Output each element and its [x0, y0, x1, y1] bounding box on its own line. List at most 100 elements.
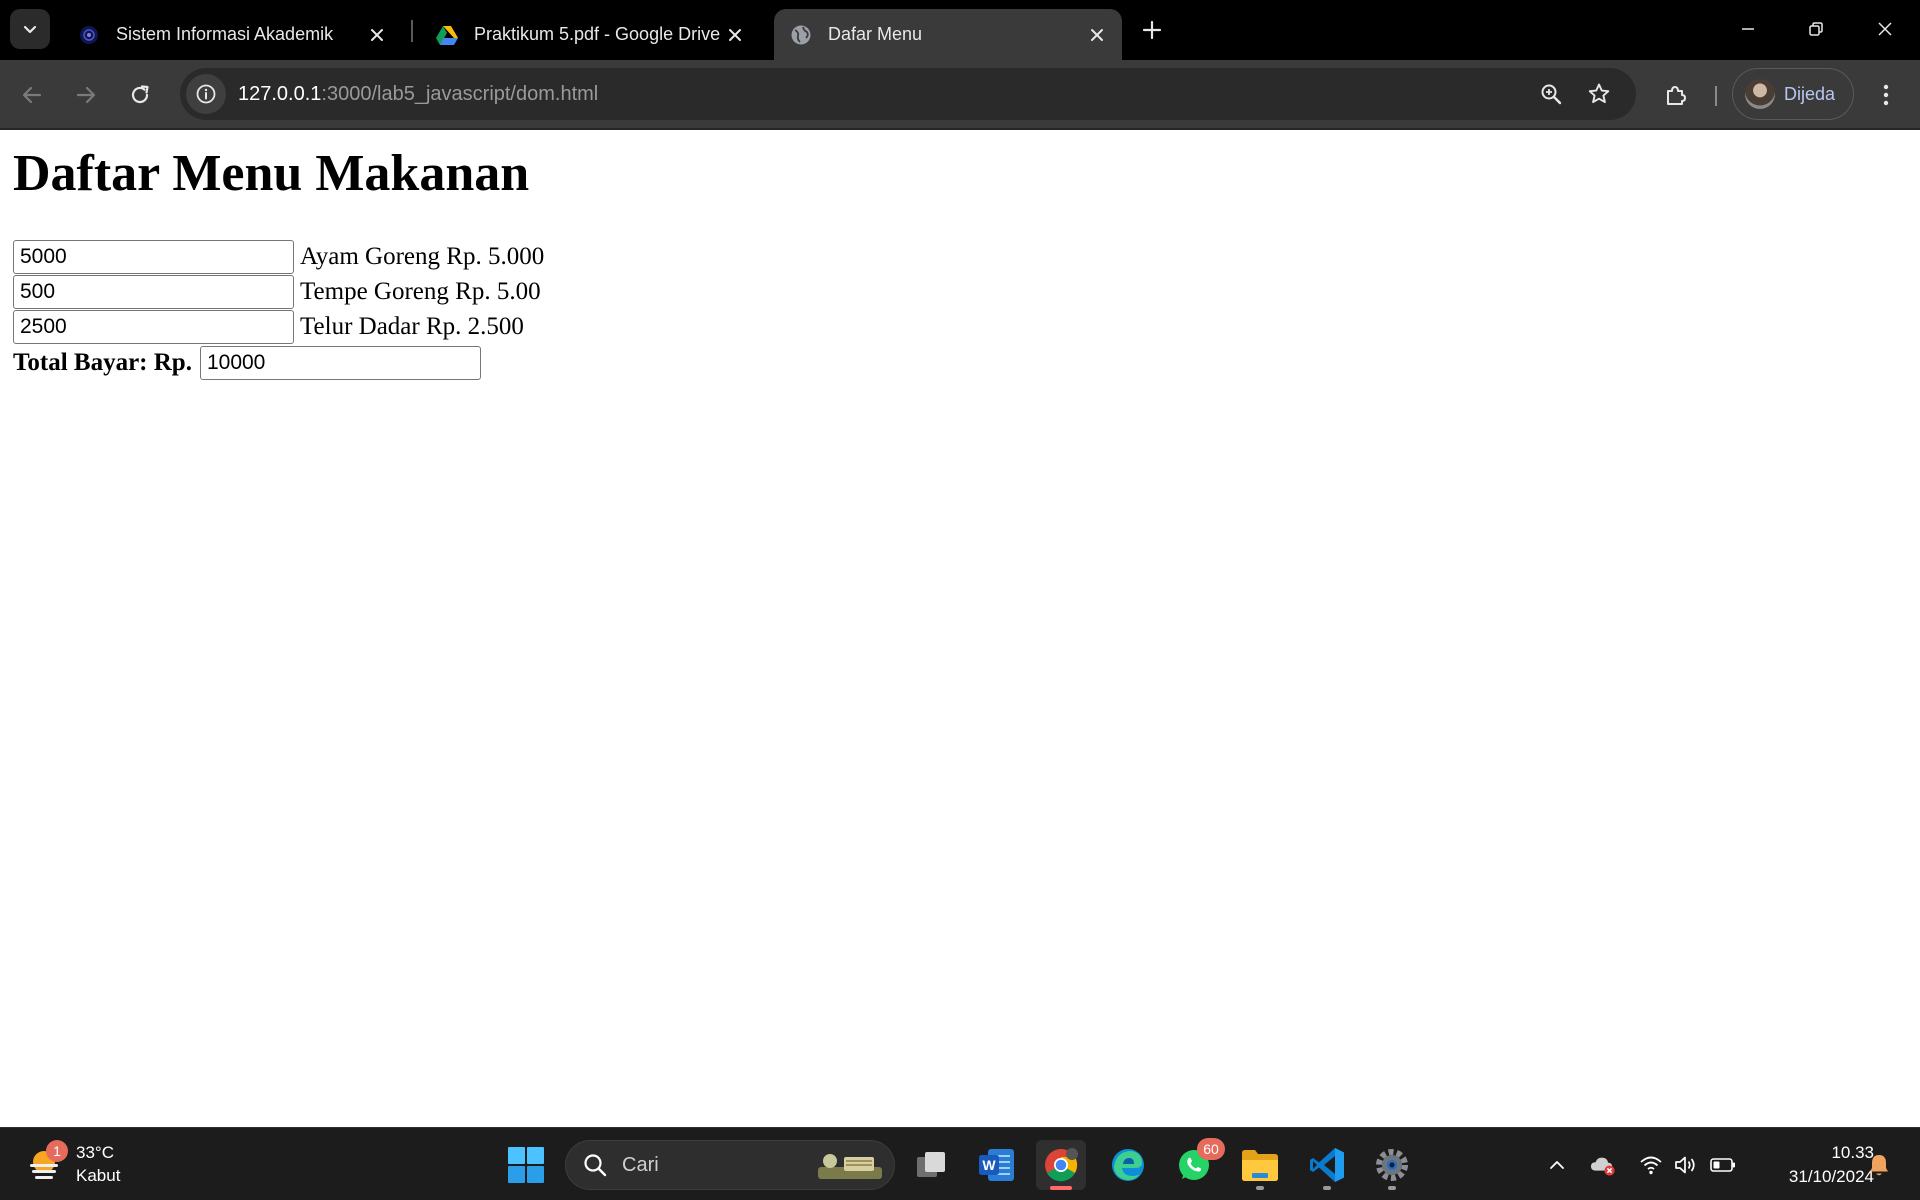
weather-temperature: 33°C	[76, 1143, 114, 1162]
site-info-icon[interactable]	[186, 74, 226, 114]
weather-widget[interactable]: 1 33°C Kabut	[24, 1138, 120, 1190]
browser-toolbar: 127.0.0.1:3000/lab5_javascript/dom.html …	[0, 60, 1920, 130]
running-app-indicator	[1323, 1186, 1331, 1190]
plus-icon	[1142, 20, 1162, 40]
taskbar-app-word[interactable]: W	[972, 1140, 1022, 1190]
puzzle-icon	[1667, 86, 1686, 105]
address-bar[interactable]: 127.0.0.1:3000/lab5_javascript/dom.html	[180, 68, 1636, 120]
task-view-icon	[917, 1152, 945, 1177]
taskbar-app-whatsapp[interactable]: 60	[1169, 1138, 1225, 1190]
show-hidden-icons-button[interactable]	[1544, 1152, 1570, 1178]
notifications-button[interactable]	[1866, 1152, 1892, 1178]
chrome-icon	[1045, 1148, 1078, 1182]
onedrive-status-button[interactable]	[1590, 1152, 1616, 1178]
vscode-icon	[1310, 1148, 1344, 1182]
taskbar-app-settings[interactable]	[1367, 1140, 1417, 1190]
battery-button[interactable]	[1710, 1152, 1736, 1178]
tab-dafar-menu[interactable]: Dafar Menu	[774, 9, 1122, 60]
close-icon	[1878, 22, 1892, 36]
clock-time: 10.33	[1831, 1143, 1874, 1162]
taskbar: 1 33°C Kabut Cari W 60 10.33 31/10/2024	[0, 1127, 1920, 1200]
taskbar-app-edge[interactable]	[1103, 1140, 1153, 1190]
star-icon	[1588, 83, 1610, 104]
wifi-icon	[1640, 1156, 1662, 1175]
tab-close-icon[interactable]	[364, 22, 390, 48]
url-text[interactable]: 127.0.0.1:3000/lab5_javascript/dom.html	[238, 83, 598, 106]
browser-menu-button[interactable]	[1866, 75, 1906, 115]
extensions-button[interactable]	[1656, 75, 1696, 115]
system-clock[interactable]: 10.33 31/10/2024	[1754, 1141, 1874, 1189]
taskbar-app-file-explorer[interactable]	[1235, 1140, 1285, 1190]
tab-search-button[interactable]	[10, 9, 50, 49]
taskbar-search[interactable]: Cari	[565, 1140, 895, 1190]
arrow-left-icon	[22, 86, 42, 104]
restore-button[interactable]	[1793, 8, 1839, 50]
menu-item-row: Telur Dadar Rp. 2.500	[13, 310, 524, 344]
bell-icon	[1870, 1155, 1888, 1176]
tab-title: Sistem Informasi Akademik	[116, 24, 334, 44]
minimize-button[interactable]	[1725, 8, 1771, 50]
taskbar-app-chrome[interactable]	[1036, 1140, 1086, 1190]
avatar	[1745, 79, 1775, 109]
back-button[interactable]	[12, 75, 52, 115]
search-icon	[584, 1154, 607, 1177]
menu-item-price-input[interactable]	[13, 240, 294, 274]
tab-title: Praktikum 5.pdf - Google Drive	[474, 24, 721, 44]
battery-icon	[1710, 1158, 1735, 1172]
network-button[interactable]	[1638, 1152, 1664, 1178]
weather-description: Kabut	[76, 1166, 121, 1185]
menu-item-label: Telur Dadar Rp. 2.500	[300, 313, 524, 340]
notification-badge: 1	[46, 1140, 68, 1162]
menu-item-row: Ayam Goreng Rp. 5.000	[13, 240, 544, 274]
running-app-indicator	[1256, 1186, 1264, 1190]
menu-item-label: Ayam Goreng Rp. 5.000	[300, 243, 545, 270]
speaker-icon	[1675, 1156, 1695, 1174]
zoom-in-icon	[1541, 84, 1562, 105]
reload-button[interactable]	[120, 75, 160, 115]
new-tab-button[interactable]	[1136, 14, 1168, 46]
task-view-button[interactable]	[906, 1140, 956, 1190]
cloud-error-icon	[1590, 1157, 1615, 1176]
total-input[interactable]	[199, 346, 481, 380]
forward-button[interactable]	[66, 75, 106, 115]
close-window-button[interactable]	[1862, 8, 1908, 50]
reload-icon	[131, 85, 149, 104]
search-highlight-icon	[818, 1154, 882, 1179]
active-app-indicator	[1050, 1186, 1072, 1190]
restore-icon	[1809, 22, 1823, 36]
notification-badge: 60	[1197, 1138, 1225, 1160]
start-button[interactable]	[507, 1146, 545, 1184]
tab-title: Dafar Menu	[828, 24, 923, 44]
menu-item-row: Tempe Goreng Rp. 5.00	[13, 275, 541, 309]
tab-close-icon[interactable]	[1084, 22, 1110, 48]
windows-logo-icon	[508, 1147, 544, 1183]
toolbar-separator	[1715, 86, 1717, 106]
bookmark-button[interactable]	[1579, 74, 1619, 114]
url-host: 127.0.0.1	[238, 82, 322, 105]
profile-button[interactable]: Dijeda	[1732, 68, 1854, 120]
tab-sistem-informasi-akademik[interactable]: Sistem Informasi Akademik	[62, 9, 402, 60]
tab-google-drive[interactable]: Praktikum 5.pdf - Google Drive	[420, 9, 760, 60]
zoom-button[interactable]	[1531, 74, 1571, 114]
total-row: Total Bayar: Rp.	[13, 345, 481, 381]
tab-separator	[411, 20, 413, 42]
profile-status-label: Dijeda	[1784, 83, 1836, 104]
tab-strip: Sistem Informasi Akademik Praktikum 5.pd…	[0, 0, 1920, 60]
page-title: Daftar Menu Makanan	[13, 145, 530, 202]
chevron-up-icon	[1550, 1161, 1564, 1169]
page-viewport: Daftar Menu Makanan Ayam Goreng Rp. 5.00…	[0, 132, 1920, 1127]
menu-item-price-input[interactable]	[13, 275, 294, 309]
search-placeholder: Cari	[622, 1153, 659, 1176]
arrow-right-icon	[76, 86, 96, 104]
folder-icon	[1242, 1150, 1278, 1181]
globe-icon	[790, 24, 812, 46]
tab-close-icon[interactable]	[722, 22, 748, 48]
url-path: :3000/lab5_javascript/dom.html	[321, 82, 599, 105]
edge-icon	[1112, 1149, 1144, 1181]
academic-logo-icon	[78, 24, 100, 46]
menu-item-price-input[interactable]	[13, 310, 294, 344]
taskbar-app-vscode[interactable]	[1302, 1140, 1352, 1190]
gear-icon	[1376, 1149, 1408, 1181]
volume-button[interactable]	[1674, 1152, 1700, 1178]
more-vertical-icon	[1883, 84, 1889, 106]
